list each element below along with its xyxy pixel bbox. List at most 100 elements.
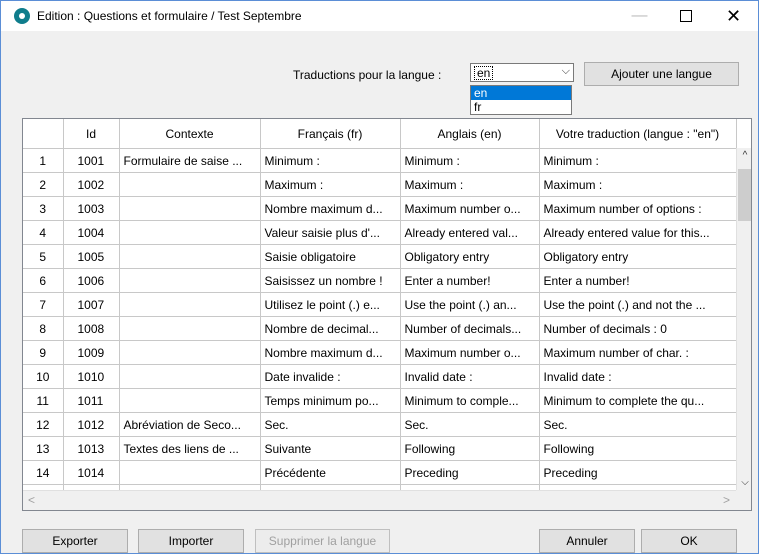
table-row[interactable]: 14 1014 Précédente Preceding Preceding (23, 460, 737, 485)
french-cell: Sec. (260, 412, 401, 437)
import-button[interactable]: Importer (138, 529, 244, 553)
table-row[interactable]: 6 1006 Saisissez un nombre ! Enter a number… (23, 268, 737, 293)
translation-cell[interactable]: Preceding (539, 460, 737, 485)
french-cell: Saisissez un nombre ! (260, 268, 401, 293)
french-cell: Temps minimum po... (260, 388, 401, 413)
translation-cell[interactable]: Maximum number of options : (539, 196, 737, 221)
context-cell (119, 460, 261, 485)
table-row[interactable]: 12 1012 Abréviation de Seco... Sec. Sec. Sec. (23, 412, 737, 437)
app-logo-icon (14, 8, 30, 24)
row-number-cell: 14 (23, 460, 64, 485)
table-row[interactable]: 8 1008 Nombre de decimal... Number of decim… (23, 316, 737, 341)
translation-cell[interactable]: Maximum : (539, 172, 737, 197)
translation-cell[interactable]: Number of decimals : 0 (539, 316, 737, 341)
language-option-en[interactable]: en (471, 86, 571, 100)
add-language-button[interactable]: Ajouter une langue (584, 62, 739, 86)
row-number-cell: 2 (23, 172, 64, 197)
table-row[interactable]: 1 1001 Formulaire de saise ... Minimum : Min… (23, 148, 737, 173)
english-cell: Maximum : (400, 172, 540, 197)
table-row[interactable]: 2 1002 Maximum : Maximum : Maximum : (23, 172, 737, 197)
column-header-your-translation[interactable]: Votre traduction (langue : "en") (539, 119, 737, 149)
translation-cell[interactable]: Obligatory entry (539, 244, 737, 269)
id-cell: 1007 (63, 292, 120, 317)
english-cell: Maximum number o... (400, 196, 540, 221)
row-number-cell: 1 (23, 148, 64, 173)
row-number-cell: 3 (23, 196, 64, 221)
table-row[interactable]: 7 1007 Utilisez le point (.) e... Use the p… (23, 292, 737, 317)
table-row[interactable]: 3 1003 Nombre maximum d... Maximum number o… (23, 196, 737, 221)
english-cell: Following (400, 436, 540, 461)
minimize-button[interactable]: — (617, 1, 662, 31)
english-cell: Number of decimals... (400, 316, 540, 341)
close-button[interactable]: ✕ (711, 1, 756, 31)
maximize-button[interactable] (663, 1, 708, 31)
row-number-cell: 5 (23, 244, 64, 269)
column-header-french[interactable]: Français (fr) (260, 119, 401, 149)
translation-cell[interactable]: Already entered value for this... (539, 220, 737, 245)
english-cell: Use the point (.) an... (400, 292, 540, 317)
translation-cell[interactable]: Minimum to complete the qu... (539, 388, 737, 413)
row-number-cell: 11 (23, 388, 64, 413)
scroll-left-icon[interactable]: < (28, 493, 35, 507)
row-number-cell: 13 (23, 436, 64, 461)
id-cell: 1005 (63, 244, 120, 269)
translation-cell[interactable]: Maximum number of char. : (539, 340, 737, 365)
french-cell: Maximum : (260, 172, 401, 197)
ok-button[interactable]: OK (641, 529, 737, 553)
column-header-english[interactable]: Anglais (en) (400, 119, 540, 149)
id-cell: 1002 (63, 172, 120, 197)
french-cell: Utilisez le point (.) e... (260, 292, 401, 317)
column-header-id[interactable]: Id (63, 119, 120, 149)
column-header-rownum (23, 119, 64, 149)
table-row[interactable]: 5 1005 Saisie obligatoire Obligatory entry O… (23, 244, 737, 269)
context-cell (119, 268, 261, 293)
translation-cell[interactable]: Invalid date : (539, 364, 737, 389)
translation-cell[interactable]: Use the point (.) and not the ... (539, 292, 737, 317)
context-cell (119, 388, 261, 413)
translation-cell[interactable]: Following (539, 436, 737, 461)
french-cell: Valeur saisie plus d'... (260, 220, 401, 245)
cancel-button[interactable]: Annuler (539, 529, 635, 553)
maximize-icon (679, 9, 692, 22)
language-option-fr[interactable]: fr (471, 100, 571, 114)
context-cell: Textes des liens de ... (119, 436, 261, 461)
english-cell: Enter a number! (400, 268, 540, 293)
vertical-scrollbar[interactable]: ^ ⌵ (736, 148, 751, 490)
table-row[interactable]: 11 1011 Temps minimum po... Minimum to comp… (23, 388, 737, 413)
scroll-right-icon[interactable]: > (723, 493, 730, 507)
delete-language-button[interactable]: Supprimer la langue (255, 529, 390, 553)
scroll-down-icon[interactable]: ⌵ (737, 477, 751, 488)
table-row[interactable]: 4 1004 Valeur saisie plus d'... Already ent… (23, 220, 737, 245)
column-header-context[interactable]: Contexte (119, 119, 261, 149)
french-cell: Nombre maximum d... (260, 196, 401, 221)
context-cell: Formulaire de saise ... (119, 148, 261, 173)
id-cell: 1004 (63, 220, 120, 245)
context-cell (119, 196, 261, 221)
table-row[interactable]: 13 1013 Textes des liens de ... Suivante Fol… (23, 436, 737, 461)
translation-cell[interactable]: Minimum : (539, 148, 737, 173)
row-number-cell: 7 (23, 292, 64, 317)
table-row[interactable]: 10 1010 Date invalide : Invalid date : Inval… (23, 364, 737, 389)
id-cell: 1014 (63, 460, 120, 485)
english-cell: Minimum to comple... (400, 388, 540, 413)
export-button[interactable]: Exporter (22, 529, 128, 553)
row-number-cell: 12 (23, 412, 64, 437)
language-select[interactable]: en ⌵ (470, 63, 574, 82)
french-cell: Précédente (260, 460, 401, 485)
english-cell: Preceding (400, 460, 540, 485)
horizontal-scrollbar[interactable]: < > (23, 490, 736, 510)
id-cell: 1009 (63, 340, 120, 365)
scroll-up-icon[interactable]: ^ (737, 150, 751, 161)
row-number-cell: 6 (23, 268, 64, 293)
translation-cell[interactable]: Enter a number! (539, 268, 737, 293)
french-cell: Saisie obligatoire (260, 244, 401, 269)
translation-cell[interactable]: Sec. (539, 412, 737, 437)
id-cell: 1011 (63, 388, 120, 413)
translation-table: Id Contexte Français (fr) Anglais (en) V… (23, 119, 737, 509)
french-cell: Minimum : (260, 148, 401, 173)
id-cell: 1008 (63, 316, 120, 341)
table-row[interactable]: 9 1009 Nombre maximum d... Maximum number o… (23, 340, 737, 365)
vertical-scroll-thumb[interactable] (738, 169, 751, 221)
translation-grid: Id Contexte Français (fr) Anglais (en) V… (22, 118, 752, 511)
french-cell: Suivante (260, 436, 401, 461)
